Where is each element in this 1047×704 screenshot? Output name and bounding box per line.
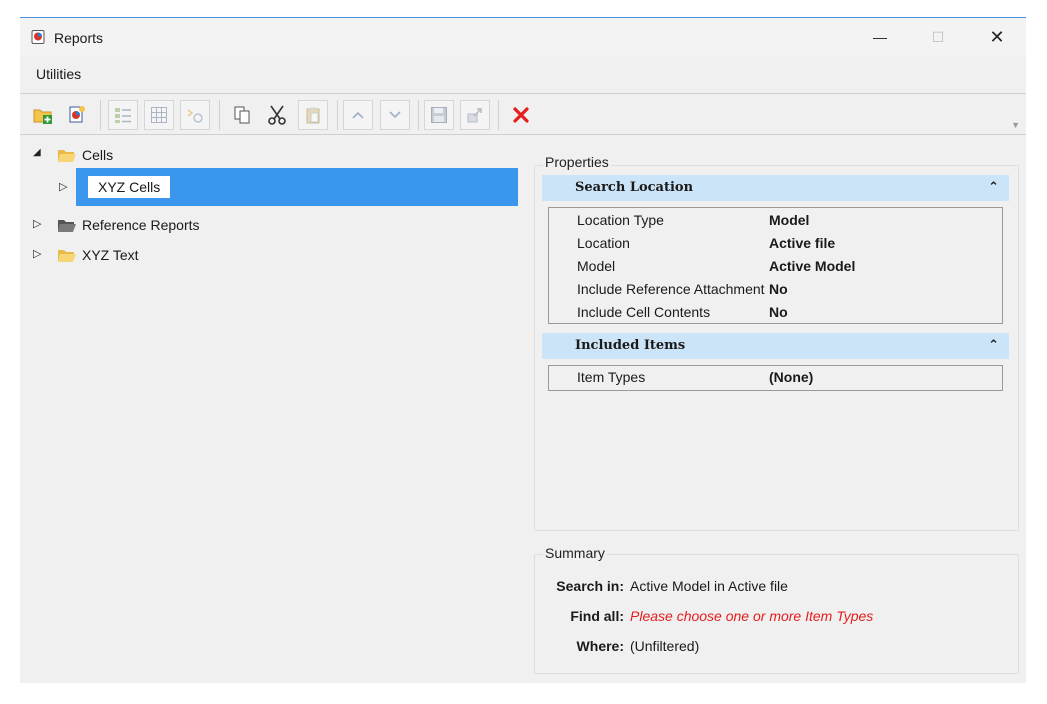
section-title: Included Items: [575, 338, 686, 353]
move-up-button[interactable]: [343, 100, 373, 130]
toolbar-separator: [100, 100, 101, 130]
tree-label: Reference Reports: [82, 217, 200, 233]
dark-folder-icon: [58, 220, 76, 232]
tree-label: Cells: [82, 147, 114, 163]
summary-warning[interactable]: Please choose one or more Item Types: [630, 608, 873, 624]
prop-value[interactable]: No: [769, 304, 788, 320]
list-view-icon: [115, 108, 131, 123]
collapsed-arrow-icon[interactable]: ▷: [33, 247, 41, 260]
filter-button[interactable]: [180, 100, 210, 130]
prop-value[interactable]: No: [769, 281, 788, 297]
properties-caption: Properties: [543, 154, 611, 170]
title-bar: Reports — ☐ ✕: [20, 18, 1026, 56]
paste-button[interactable]: [298, 100, 328, 130]
tree-node-xyz-cells[interactable]: ▷ XYZ Cells: [59, 168, 518, 206]
close-icon: ✕: [989, 26, 1005, 47]
prop-row-location-type[interactable]: Location Type Model: [549, 210, 1002, 232]
new-report-icon: [69, 106, 85, 123]
section-included-items[interactable]: Included Items ⌃: [542, 333, 1009, 359]
save-button[interactable]: [424, 100, 454, 130]
summary-key: Where:: [576, 638, 624, 654]
toolbar-separator: [498, 100, 499, 130]
reports-app-icon: [31, 30, 45, 44]
collapsed-arrow-icon[interactable]: ▷: [33, 217, 41, 230]
prop-value[interactable]: Active Model: [769, 258, 855, 274]
table-view-icon: [151, 107, 167, 123]
open-folder-icon: [58, 250, 76, 262]
minimize-button[interactable]: —: [857, 18, 903, 56]
copy-icon: [234, 106, 250, 124]
export-button[interactable]: [460, 100, 490, 130]
table-view-button[interactable]: [144, 100, 174, 130]
expanded-arrow-icon[interactable]: ◢: [33, 147, 41, 158]
tree-label: XYZ Text: [82, 247, 139, 263]
cut-icon: [268, 105, 286, 125]
export-icon: [467, 108, 482, 123]
section-title: Search Location: [575, 180, 694, 195]
collapse-chevron-icon[interactable]: ⌃: [988, 179, 999, 195]
collapsed-arrow-icon[interactable]: ▷: [59, 180, 67, 193]
maximize-button[interactable]: ☐: [915, 18, 961, 56]
list-view-button[interactable]: [108, 100, 138, 130]
toolbar-overflow-icon[interactable]: ▼: [1011, 120, 1020, 130]
copy-button[interactable]: [227, 100, 257, 130]
new-folder-button[interactable]: [28, 100, 58, 130]
menu-utilities[interactable]: Utilities: [36, 66, 81, 82]
prop-name: Location Type: [577, 212, 664, 228]
new-report-button[interactable]: [62, 100, 92, 130]
delete-icon: [513, 107, 529, 123]
paste-icon: [306, 107, 320, 124]
toolbar-separator: [219, 100, 220, 130]
tree-node-reference-reports[interactable]: ▷ Reference Reports: [20, 209, 530, 239]
collapse-chevron-icon[interactable]: ⌃: [988, 337, 999, 353]
toolbar-separator: [337, 100, 338, 130]
move-down-icon: [389, 111, 401, 119]
move-up-icon: [352, 111, 364, 119]
save-icon: [431, 107, 447, 123]
prop-value[interactable]: (None): [769, 369, 813, 385]
summary-key: Search in:: [556, 578, 624, 594]
prop-name: Item Types: [577, 369, 646, 385]
summary-row-find-all: Find all:: [534, 608, 624, 628]
close-button[interactable]: ✕: [974, 18, 1020, 56]
summary-value: (Unfiltered): [630, 638, 700, 654]
prop-name: Location: [577, 235, 630, 251]
summary-key: Find all:: [570, 608, 624, 624]
summary-value: Active Model in Active file: [630, 578, 788, 594]
prop-value[interactable]: Active file: [769, 235, 835, 251]
minimize-icon: —: [873, 29, 887, 45]
maximize-icon: ☐: [931, 28, 945, 45]
reports-window: Reports — ☐ ✕ Utilities ▼ ◢ Cells ▷ XYZ …: [20, 17, 1026, 683]
prop-row-include-reference-attachments[interactable]: Include Reference Attachments No: [549, 279, 1002, 301]
prop-row-model[interactable]: Model Active Model: [549, 256, 1002, 278]
summary-row-search-in: Search in:: [534, 578, 624, 598]
included-items-grid: Item Types (None): [548, 365, 1003, 391]
delete-button[interactable]: [506, 100, 536, 130]
tree-node-cells[interactable]: ◢ Cells: [20, 139, 530, 169]
toolbar-separator: [418, 100, 419, 130]
search-location-grid: Location Type Model Location Active file…: [548, 207, 1003, 324]
prop-name: Include Cell Contents: [577, 304, 711, 320]
prop-row-item-types[interactable]: Item Types (None): [549, 367, 1002, 389]
summary-caption: Summary: [543, 545, 607, 561]
open-folder-icon: [58, 150, 76, 162]
filter-icon: [187, 109, 203, 123]
window-title: Reports: [54, 30, 104, 46]
prop-value[interactable]: Model: [769, 212, 809, 228]
tree-node-xyz-text[interactable]: ▷ XYZ Text: [20, 239, 530, 269]
summary-row-where: Where:: [534, 638, 624, 658]
prop-name: Include Reference Attachments: [577, 281, 765, 297]
move-down-button[interactable]: [380, 100, 410, 130]
prop-name: Model: [577, 258, 616, 274]
tree-label[interactable]: XYZ Cells: [88, 176, 171, 198]
cut-button[interactable]: [262, 100, 292, 130]
prop-row-location[interactable]: Location Active file: [549, 233, 1002, 255]
new-folder-icon: [33, 109, 52, 124]
section-search-location[interactable]: Search Location ⌃: [542, 175, 1009, 201]
prop-row-include-cell-contents[interactable]: Include Cell Contents No: [549, 302, 1002, 324]
toolbar: ▼: [20, 93, 1026, 135]
